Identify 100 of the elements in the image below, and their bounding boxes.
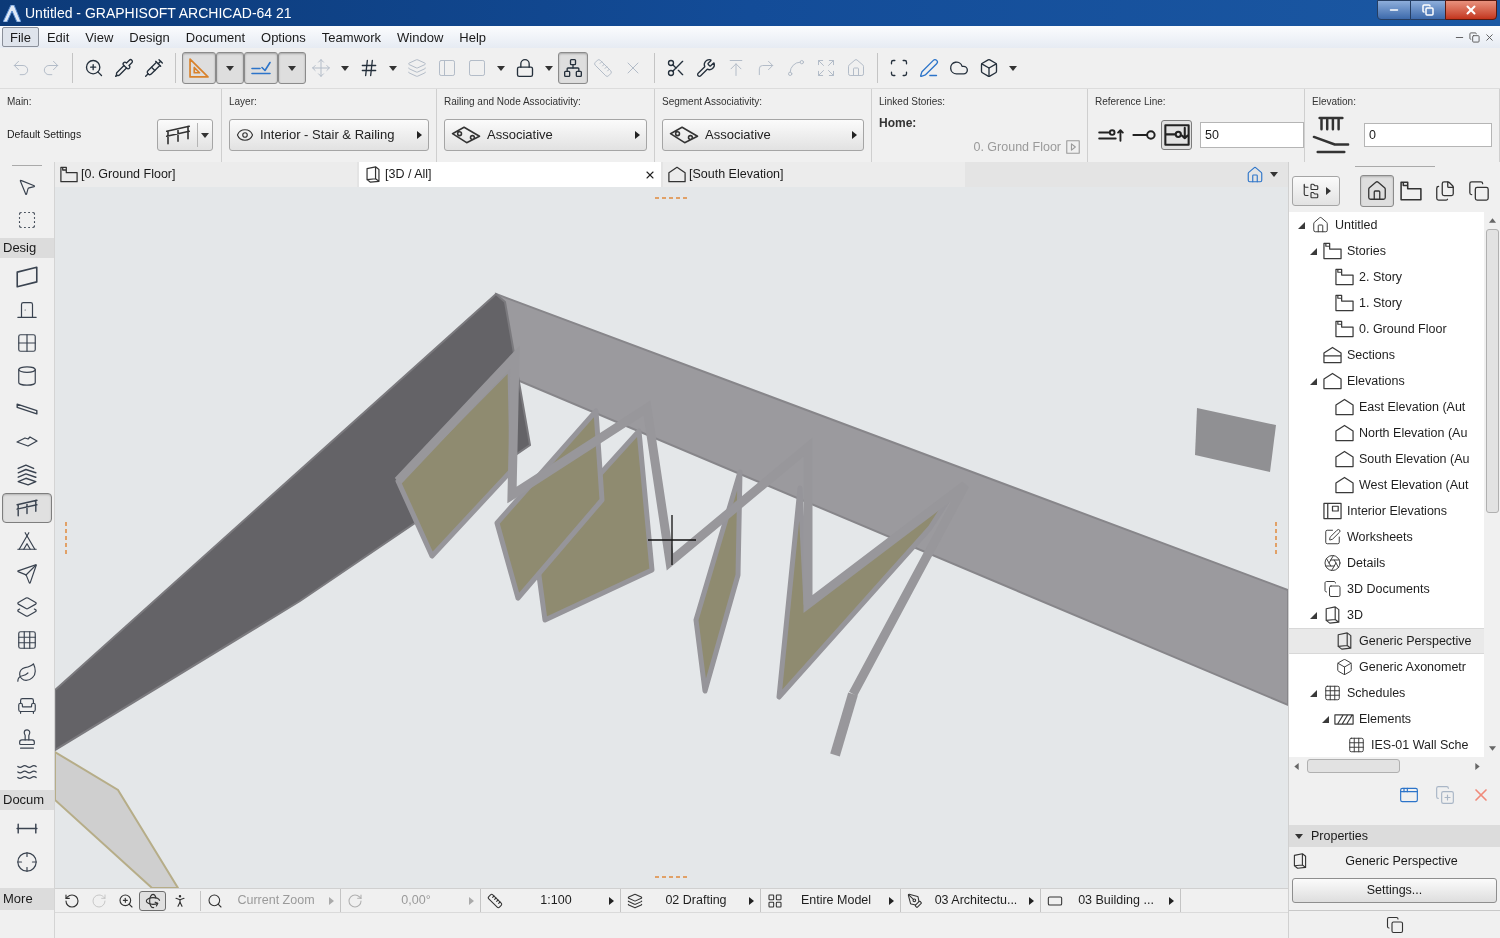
node-link-icon bbox=[669, 126, 699, 144]
expanded-triangle-icon[interactable] bbox=[1298, 221, 1305, 229]
line-arrow-up-icon bbox=[1097, 128, 1124, 142]
scroll-up-icon bbox=[1488, 218, 1496, 223]
expanded-triangle-icon[interactable] bbox=[1310, 247, 1317, 255]
tool-button[interactable] bbox=[2, 492, 52, 523]
layers-icon bbox=[16, 595, 38, 618]
eye-icon bbox=[236, 126, 254, 144]
menu-item[interactable]: Teamwork bbox=[313, 27, 390, 47]
navigator-item[interactable]: Details bbox=[1289, 550, 1484, 576]
layer-dropdown[interactable]: Interior - Stair & Railing bbox=[229, 119, 429, 151]
reference-line-option[interactable] bbox=[1161, 120, 1192, 150]
view-tab[interactable]: [0. Ground Floor] bbox=[55, 162, 357, 187]
view-tab[interactable]: [3D / All] bbox=[359, 162, 661, 187]
navigator-item[interactable]: West Elevation (Aut bbox=[1289, 472, 1484, 498]
associativity-dropdown[interactable]: Associative bbox=[444, 119, 647, 151]
house-outline-icon bbox=[1334, 450, 1354, 468]
navigation-button[interactable] bbox=[139, 890, 166, 911]
close-button[interactable] bbox=[1445, 0, 1497, 20]
caret-icon bbox=[1169, 896, 1174, 905]
caret-icon bbox=[226, 65, 234, 71]
caret-icon bbox=[635, 131, 640, 139]
navigator-item[interactable]: Interior Elevations bbox=[1289, 498, 1484, 524]
navigator-item[interactable]: Elements bbox=[1289, 706, 1484, 732]
floor-plan-icon bbox=[1334, 320, 1354, 338]
navigator-item[interactable]: 1. Story bbox=[1289, 290, 1484, 316]
info-box-label: Layer: bbox=[229, 96, 258, 108]
navigator-item[interactable]: Schedules bbox=[1289, 680, 1484, 706]
favorites-dropdown-button[interactable] bbox=[157, 119, 213, 151]
navigator-item[interactable]: Elevations bbox=[1289, 368, 1484, 394]
menu-item[interactable]: Document bbox=[177, 27, 254, 47]
wall-panel-icon bbox=[16, 265, 38, 288]
cube-icon bbox=[1334, 658, 1354, 676]
caret-icon bbox=[341, 65, 349, 71]
navigator-item[interactable]: South Elevation (Au bbox=[1289, 446, 1484, 472]
expanded-triangle-icon[interactable] bbox=[1310, 689, 1317, 697]
expanded-triangle-icon[interactable] bbox=[1310, 611, 1317, 619]
expanded-triangle-icon[interactable] bbox=[1310, 377, 1317, 385]
menu-item[interactable]: File bbox=[2, 27, 39, 47]
network-button[interactable] bbox=[558, 52, 588, 84]
navigator-item[interactable]: 3D Documents bbox=[1289, 576, 1484, 602]
navigator-item[interactable]: Sections bbox=[1289, 342, 1484, 368]
elevation-icon bbox=[1312, 115, 1350, 155]
caret-icon bbox=[545, 65, 553, 71]
caret-icon bbox=[201, 132, 209, 138]
expanded-triangle-icon[interactable] bbox=[1322, 715, 1329, 723]
paper-plane-icon bbox=[16, 562, 38, 585]
caret-icon bbox=[469, 896, 474, 905]
window-title: Untitled - GRAPHISOFT ARCHICAD-64 21 bbox=[25, 3, 292, 23]
minimize-button[interactable] bbox=[1377, 0, 1411, 20]
railing-post bbox=[830, 692, 858, 757]
more-button[interactable]: More bbox=[0, 888, 54, 910]
window-icon bbox=[16, 331, 38, 354]
copy-icon bbox=[1468, 180, 1490, 202]
menu-item[interactable]: Help bbox=[451, 27, 495, 47]
menu-item[interactable]: Window bbox=[389, 27, 452, 47]
navigator-item[interactable]: Generic Axonometr bbox=[1289, 654, 1484, 680]
menu-item[interactable]: Edit bbox=[38, 27, 78, 47]
info-box-label: Segment Associativity: bbox=[662, 96, 764, 108]
set-square-button[interactable] bbox=[182, 52, 216, 84]
navigator-item[interactable]: North Elevation (Au bbox=[1289, 420, 1484, 446]
scrollbar-thumb[interactable] bbox=[1485, 229, 1499, 513]
menu-item[interactable]: Design bbox=[121, 27, 178, 47]
navigator-menu-button[interactable] bbox=[1292, 176, 1340, 206]
column-icon bbox=[16, 364, 38, 387]
dashed-marker-icon bbox=[65, 521, 67, 556]
navigator-item[interactable]: 0. Ground Floor bbox=[1289, 316, 1484, 342]
stacked-windows-icon bbox=[1385, 915, 1404, 934]
settings-button[interactable]: Settings... bbox=[1292, 878, 1497, 903]
navigator-item[interactable]: 3D bbox=[1289, 602, 1484, 628]
info-box-label: Railing and Node Associativity: bbox=[444, 96, 582, 108]
toolbox-section-header[interactable]: Desig bbox=[0, 238, 54, 258]
navigator-item[interactable]: IES-01 Wall Sche bbox=[1289, 732, 1484, 757]
navigator-item[interactable]: Stories bbox=[1289, 238, 1484, 264]
elevation-input[interactable]: 0 bbox=[1364, 123, 1492, 147]
navigator-item[interactable]: Worksheets bbox=[1289, 524, 1484, 550]
restore-button[interactable] bbox=[1411, 0, 1445, 20]
menu-item[interactable]: View bbox=[77, 27, 122, 47]
navigator-view-tab[interactable] bbox=[1360, 175, 1394, 207]
properties-header[interactable]: Properties bbox=[1289, 825, 1500, 847]
document-restore-button[interactable] bbox=[1467, 31, 1481, 43]
reference-line-input[interactable]: 50 bbox=[1200, 122, 1304, 148]
navigator-item[interactable]: 2. Story bbox=[1289, 264, 1484, 290]
navigator-item[interactable]: Generic Perspective bbox=[1289, 628, 1484, 654]
copy-plus-icon bbox=[1435, 785, 1455, 805]
caret-icon bbox=[497, 65, 505, 71]
view-tab[interactable]: [South Elevation] bbox=[663, 162, 965, 187]
menu-item[interactable]: Options bbox=[253, 27, 314, 47]
dimension-line-icon bbox=[16, 823, 38, 834]
navigator-item[interactable]: Untitled bbox=[1289, 212, 1484, 238]
box-outline-icon bbox=[364, 166, 382, 183]
scrollbar-thumb[interactable] bbox=[1307, 759, 1400, 773]
guide-line-button[interactable] bbox=[244, 52, 278, 84]
toolbox-section-header[interactable]: Docum bbox=[0, 790, 54, 810]
navigator-item[interactable]: East Elevation (Aut bbox=[1289, 394, 1484, 420]
tent-icon bbox=[16, 529, 38, 552]
house-icon bbox=[1366, 180, 1388, 202]
dashed-marker-icon bbox=[1275, 521, 1277, 556]
caret-icon bbox=[852, 131, 857, 139]
associativity-dropdown[interactable]: Associative bbox=[662, 119, 864, 151]
